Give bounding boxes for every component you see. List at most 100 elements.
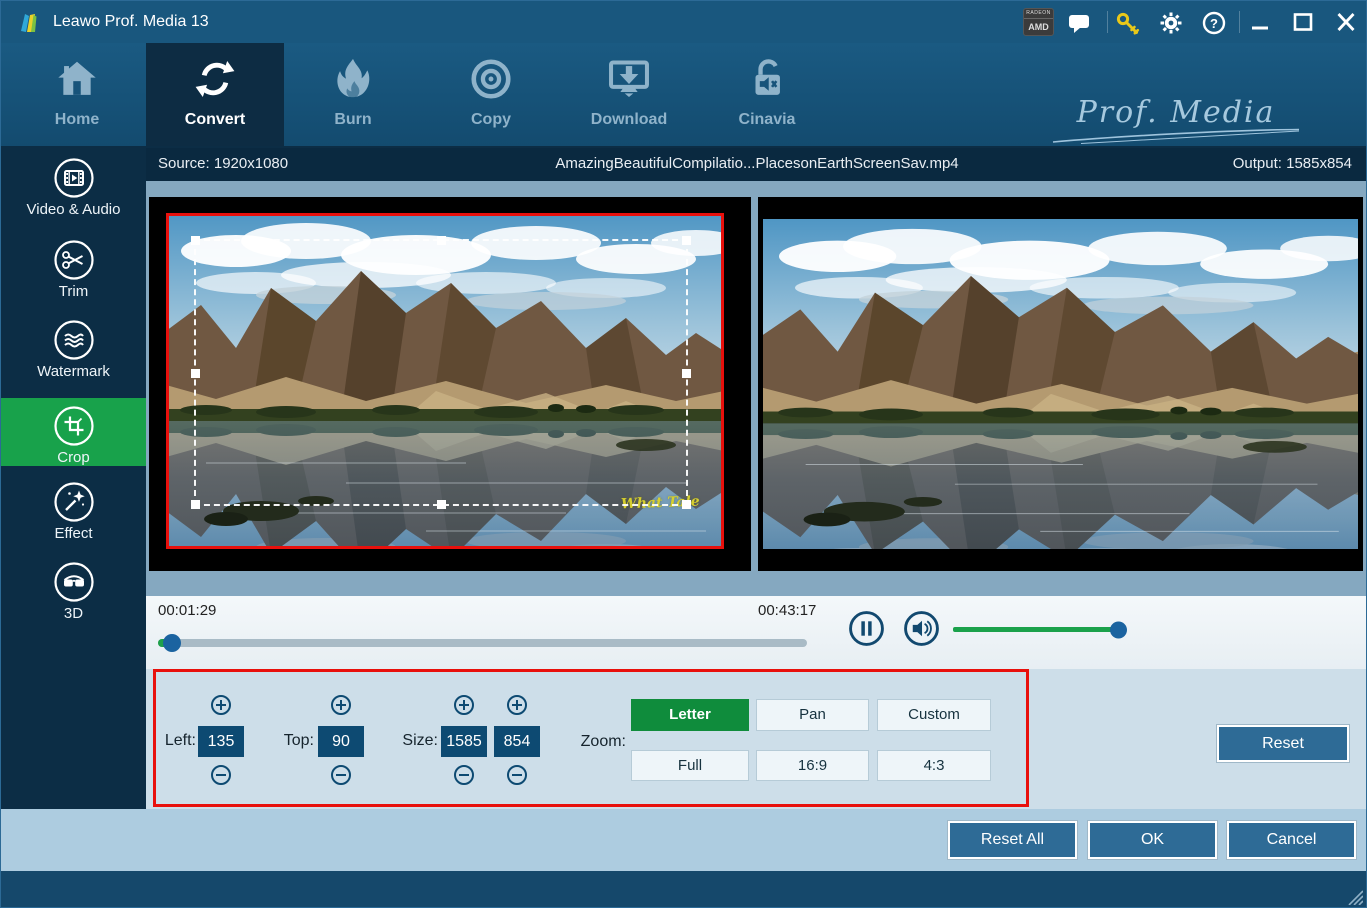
brand-text: Prof. Media bbox=[1041, 95, 1311, 130]
size-height-increase-icon[interactable] bbox=[506, 694, 528, 716]
watermark-icon bbox=[52, 318, 96, 362]
size-width-field[interactable]: 1585 bbox=[441, 726, 487, 757]
top-value-field[interactable]: 90 bbox=[318, 726, 364, 757]
crop-handle-nw[interactable] bbox=[191, 236, 200, 245]
nav-tabs: Home Convert Burn bbox=[8, 43, 836, 146]
video-frame-image bbox=[763, 219, 1358, 549]
output-resolution: Output: 1585x854 bbox=[1233, 155, 1352, 172]
amd-radeon-badge: RADEON AMD bbox=[1023, 8, 1054, 36]
size-label: Size: bbox=[394, 732, 438, 750]
minimize-icon[interactable] bbox=[1249, 12, 1271, 32]
volume-slider[interactable] bbox=[953, 627, 1119, 632]
tab-home[interactable]: Home bbox=[8, 43, 146, 146]
tab-burn[interactable]: Burn bbox=[284, 43, 422, 146]
progress-handle[interactable] bbox=[163, 634, 181, 652]
app-window: Leawo Prof. Media 13 RADEON AMD bbox=[0, 0, 1367, 908]
top-decrease-icon[interactable] bbox=[330, 764, 352, 786]
sidebar-item-trim[interactable]: Trim bbox=[1, 238, 146, 306]
close-icon[interactable] bbox=[1335, 12, 1357, 32]
timeline-area: 00:01:29 00:43:17 bbox=[146, 596, 1367, 669]
tab-label: Home bbox=[55, 111, 99, 129]
maximize-icon[interactable] bbox=[1292, 12, 1314, 32]
main-nav: Home Convert Burn bbox=[1, 43, 1366, 146]
brand-logo: Prof. Media bbox=[1041, 95, 1311, 144]
top-label: Top: bbox=[274, 732, 314, 750]
size-width-decrease-icon[interactable] bbox=[453, 764, 475, 786]
progress-bar[interactable] bbox=[158, 639, 807, 647]
sidebar-item-label: Effect bbox=[1, 525, 146, 542]
preview-area: What Tale bbox=[146, 181, 1367, 596]
size-height-decrease-icon[interactable] bbox=[506, 764, 528, 786]
leawo-logo-icon bbox=[17, 9, 43, 35]
tab-convert[interactable]: Convert bbox=[146, 43, 284, 146]
crop-selection-box[interactable] bbox=[194, 239, 688, 506]
size-height-field[interactable]: 854 bbox=[494, 726, 540, 757]
end-time: 00:43:17 bbox=[758, 602, 816, 619]
file-name: AmazingBeautifulCompilatio...PlacesonEar… bbox=[146, 155, 1367, 172]
sidebar-item-label: Crop bbox=[1, 449, 146, 466]
crop-handle-n[interactable] bbox=[437, 236, 446, 245]
zoom-option-letter[interactable]: Letter bbox=[631, 699, 749, 731]
volume-button[interactable] bbox=[903, 610, 940, 647]
tab-copy[interactable]: Copy bbox=[422, 43, 560, 146]
burn-icon bbox=[330, 56, 376, 102]
volume-handle[interactable] bbox=[1110, 621, 1127, 638]
message-icon[interactable] bbox=[1067, 11, 1091, 35]
volume-fill bbox=[953, 627, 1119, 632]
crop-handle-se[interactable] bbox=[682, 500, 691, 509]
left-label: Left: bbox=[156, 732, 196, 750]
top-increase-icon[interactable] bbox=[330, 694, 352, 716]
titlebar[interactable]: Leawo Prof. Media 13 RADEON AMD bbox=[1, 1, 1366, 43]
zoom-option-full[interactable]: Full bbox=[631, 750, 749, 781]
sidebar-item-3d[interactable]: 3D bbox=[1, 560, 146, 628]
current-time: 00:01:29 bbox=[158, 602, 216, 619]
trim-icon bbox=[52, 238, 96, 282]
sidebar-item-watermark[interactable]: Watermark bbox=[1, 318, 146, 386]
sidebar-item-crop[interactable]: Crop bbox=[1, 398, 146, 466]
crop-handle-sw[interactable] bbox=[191, 500, 200, 509]
zoom-option-custom[interactable]: Custom bbox=[877, 699, 991, 731]
cancel-button[interactable]: Cancel bbox=[1227, 821, 1356, 859]
reset-all-button[interactable]: Reset All bbox=[948, 821, 1077, 859]
progress-fill bbox=[158, 639, 172, 647]
sidebar-item-effect[interactable]: Effect bbox=[1, 480, 146, 548]
sidebar-item-label: Trim bbox=[1, 283, 146, 300]
amd-badge-line1: RADEON bbox=[1024, 9, 1053, 19]
tab-label: Burn bbox=[334, 111, 371, 129]
sidebar-item-label: Video & Audio bbox=[1, 201, 146, 218]
footer-bar bbox=[1, 871, 1367, 908]
reset-button[interactable]: Reset bbox=[1217, 725, 1349, 762]
help-icon[interactable]: ? bbox=[1202, 11, 1226, 35]
crop-handle-ne[interactable] bbox=[682, 236, 691, 245]
resize-grip[interactable] bbox=[1346, 890, 1363, 905]
sidebar: Video & Audio Trim Watermark bbox=[1, 146, 146, 809]
pause-button[interactable] bbox=[848, 610, 885, 647]
zoom-option-pan[interactable]: Pan bbox=[756, 699, 869, 731]
tab-label: Download bbox=[591, 111, 667, 129]
ok-button[interactable]: OK bbox=[1088, 821, 1217, 859]
lower-area: 00:01:29 00:43:17 bbox=[146, 596, 1367, 809]
app-title: Leawo Prof. Media 13 bbox=[53, 1, 209, 43]
crop-handle-w[interactable] bbox=[191, 369, 200, 378]
zoom-option-16-9[interactable]: 16:9 bbox=[756, 750, 869, 781]
gear-icon[interactable] bbox=[1159, 11, 1183, 35]
left-decrease-icon[interactable] bbox=[210, 764, 232, 786]
preview-before-video: What Tale bbox=[166, 213, 724, 549]
left-increase-icon[interactable] bbox=[210, 694, 232, 716]
tab-label: Cinavia bbox=[739, 111, 796, 129]
bottom-button-strip: Reset All OK Cancel bbox=[1, 809, 1367, 871]
left-value-field[interactable]: 135 bbox=[198, 726, 244, 757]
convert-icon bbox=[192, 56, 238, 102]
svg-text:?: ? bbox=[1210, 16, 1218, 31]
tab-cinavia[interactable]: Cinavia bbox=[698, 43, 836, 146]
home-icon bbox=[54, 56, 100, 102]
key-icon[interactable] bbox=[1115, 10, 1141, 36]
tab-download[interactable]: Download bbox=[560, 43, 698, 146]
sidebar-item-label: Watermark bbox=[1, 363, 146, 380]
crop-handle-s[interactable] bbox=[437, 500, 446, 509]
crop-handle-e[interactable] bbox=[682, 369, 691, 378]
sidebar-item-video-audio[interactable]: Video & Audio bbox=[1, 156, 146, 224]
copy-icon bbox=[468, 56, 514, 102]
zoom-option-4-3[interactable]: 4:3 bbox=[877, 750, 991, 781]
size-width-increase-icon[interactable] bbox=[453, 694, 475, 716]
